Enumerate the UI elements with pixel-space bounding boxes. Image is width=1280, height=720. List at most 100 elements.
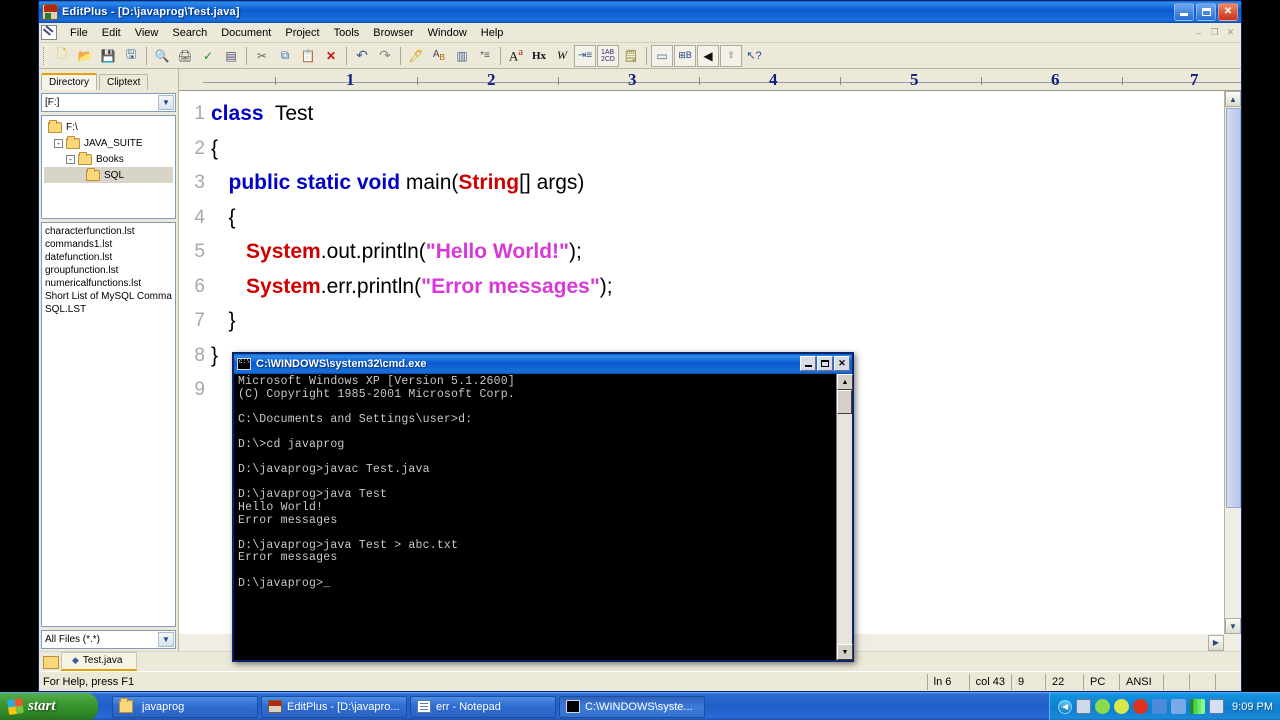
menu-document[interactable]: Document (214, 25, 278, 41)
maximize-button[interactable] (1196, 3, 1216, 21)
drive-select[interactable]: [F:] ▼ (41, 93, 176, 112)
list-item[interactable]: datefunction.lst (45, 251, 172, 264)
mdi-close-button[interactable]: ✕ (1223, 26, 1238, 40)
paste-icon[interactable]: 📋 (297, 45, 319, 67)
print-icon[interactable]: 🖨 (174, 45, 196, 67)
scroll-up-button[interactable]: ▲ (1225, 91, 1241, 107)
open-file-icon[interactable]: 📂 (74, 45, 96, 67)
list-item[interactable]: numericalfunctions.lst (45, 277, 172, 290)
indent-icon[interactable]: *≡ (474, 45, 496, 67)
cmd-minimize-button[interactable] (800, 356, 816, 371)
context-help-icon[interactable]: ↖? (743, 45, 765, 67)
hex-view-icon[interactable]: Hx (528, 45, 550, 67)
new-file-icon[interactable]: 🗋 (51, 45, 73, 67)
save-all-icon[interactable]: 🖫 (120, 45, 142, 67)
network-icon[interactable] (1152, 699, 1168, 714)
scroll-right-button[interactable]: ▶ (1208, 634, 1224, 651)
list-item[interactable]: SQL.LST (45, 303, 172, 316)
ascii-table-icon[interactable]: 1AB 2CD (597, 44, 619, 67)
collapse-icon[interactable]: - (54, 138, 63, 148)
security-alert-icon[interactable] (1133, 699, 1149, 714)
cmd-scroll-track[interactable] (837, 414, 852, 644)
collapse-icon[interactable]: - (66, 154, 75, 164)
line-numbers-icon[interactable]: ⇥≡ (574, 44, 596, 67)
tab-cliptext[interactable]: Cliptext (99, 74, 149, 90)
taskbar-button-editplus[interactable]: EditPlus - [D:\javapro... (261, 695, 407, 718)
clock[interactable]: 9:09 PM (1232, 701, 1273, 713)
sort-icon[interactable]: AB (428, 45, 450, 67)
taskbar-button-cmd[interactable]: C:\WINDOWS\syste... (559, 695, 705, 718)
list-item[interactable]: commands1.lst (45, 238, 172, 251)
copy-icon[interactable]: ⧉ (274, 45, 296, 67)
volume-icon[interactable] (1095, 699, 1111, 714)
mdi-minimize-button[interactable]: – (1191, 26, 1206, 40)
cmd-scroll-thumb[interactable] (837, 390, 852, 414)
word-wrap-icon[interactable]: W (551, 45, 573, 67)
line-number: 8 (194, 344, 205, 366)
tree-node-sql[interactable]: SQL (44, 167, 173, 183)
font-size-icon[interactable]: Aa (505, 45, 527, 67)
page-setup-icon[interactable]: ▤ (220, 45, 242, 67)
cmd-close-button[interactable]: ✕ (834, 356, 850, 371)
file-filter-select[interactable]: All Files (*.*) ▼ (41, 630, 176, 649)
update-icon[interactable] (1114, 699, 1130, 714)
list-item[interactable]: Short List of MySQL Commar (45, 290, 172, 303)
menu-project[interactable]: Project (278, 25, 326, 41)
delete-icon[interactable]: ✕ (320, 45, 342, 67)
document-tab-test-java[interactable]: ◆ Test.java (61, 652, 138, 671)
menu-file[interactable]: File (63, 25, 95, 41)
start-button[interactable]: start (0, 692, 98, 720)
run-applet-icon[interactable]: ◀ (697, 44, 719, 67)
chevron-down-icon[interactable]: ▼ (158, 632, 174, 647)
cmd-maximize-button[interactable] (817, 356, 833, 371)
tree-node-root[interactable]: F:\ (44, 119, 173, 135)
view-window-icon[interactable]: ▭ (651, 44, 673, 67)
toolbar-separator (400, 46, 401, 65)
cmd-scroll-down-button[interactable]: ▼ (837, 644, 853, 660)
chevron-down-icon[interactable]: ▼ (158, 95, 174, 110)
minimize-button[interactable] (1174, 3, 1194, 21)
list-item[interactable]: groupfunction.lst (45, 264, 172, 277)
list-item[interactable]: characterfunction.lst (45, 225, 172, 238)
messenger-icon[interactable] (1209, 699, 1225, 714)
browser-preview-icon[interactable]: ⊞B (674, 44, 696, 67)
tree-node-books[interactable]: - Books (44, 151, 173, 167)
menu-help[interactable]: Help (474, 25, 511, 41)
print-preview-icon[interactable]: 🔍 (151, 45, 173, 67)
cmd-body: Microsoft Windows XP [Version 5.1.2600] … (234, 374, 853, 660)
toolbar-grip[interactable] (43, 46, 47, 65)
tree-node-java-suite[interactable]: - JAVA_SUITE (44, 135, 173, 151)
taskbar-button-notepad[interactable]: err - Notepad (410, 695, 556, 718)
user-tools-icon[interactable]: 🗒 (620, 45, 642, 67)
show-hidden-icons-icon[interactable]: ◀ (1058, 699, 1073, 714)
taskbar-button-javaprog[interactable]: javaprog (112, 695, 258, 718)
mdi-restore-button[interactable]: ❐ (1207, 26, 1222, 40)
signal-bars-icon[interactable] (1190, 699, 1206, 714)
menu-browser[interactable]: Browser (366, 25, 420, 41)
save-file-icon[interactable]: 💾 (97, 45, 119, 67)
project-folder-icon[interactable] (43, 656, 59, 669)
undo-icon[interactable]: ↶ (351, 45, 373, 67)
cmd-console-output[interactable]: Microsoft Windows XP [Version 5.1.2600] … (234, 374, 836, 660)
scroll-down-button[interactable]: ▼ (1225, 618, 1241, 634)
network-activity-icon[interactable] (1171, 699, 1187, 714)
cut-icon[interactable]: ✂ (251, 45, 273, 67)
menu-edit[interactable]: Edit (95, 25, 128, 41)
spell-check-icon[interactable]: ✓ (197, 45, 219, 67)
scroll-thumb[interactable] (1225, 108, 1241, 508)
editor-vertical-scrollbar[interactable]: ▲ ▼ (1224, 91, 1241, 634)
menu-window[interactable]: Window (421, 25, 474, 41)
close-button[interactable]: ✕ (1218, 3, 1238, 21)
display-properties-icon[interactable] (1076, 699, 1092, 714)
highlight-icon[interactable]: 🖊 (405, 45, 427, 67)
menu-tools[interactable]: Tools (327, 25, 367, 41)
menu-view[interactable]: View (128, 25, 166, 41)
cmd-scroll-up-button[interactable]: ▲ (837, 374, 853, 390)
document-properties-icon[interactable]: ▥ (451, 45, 473, 67)
file-list[interactable]: characterfunction.lst commands1.lst date… (41, 222, 176, 627)
redo-icon[interactable]: ↷ (374, 45, 396, 67)
cmd-vertical-scrollbar[interactable]: ▲ ▼ (836, 374, 853, 660)
ftp-upload-icon[interactable]: ⇧ (720, 44, 742, 67)
tab-directory[interactable]: Directory (41, 73, 98, 90)
menu-search[interactable]: Search (165, 25, 214, 41)
